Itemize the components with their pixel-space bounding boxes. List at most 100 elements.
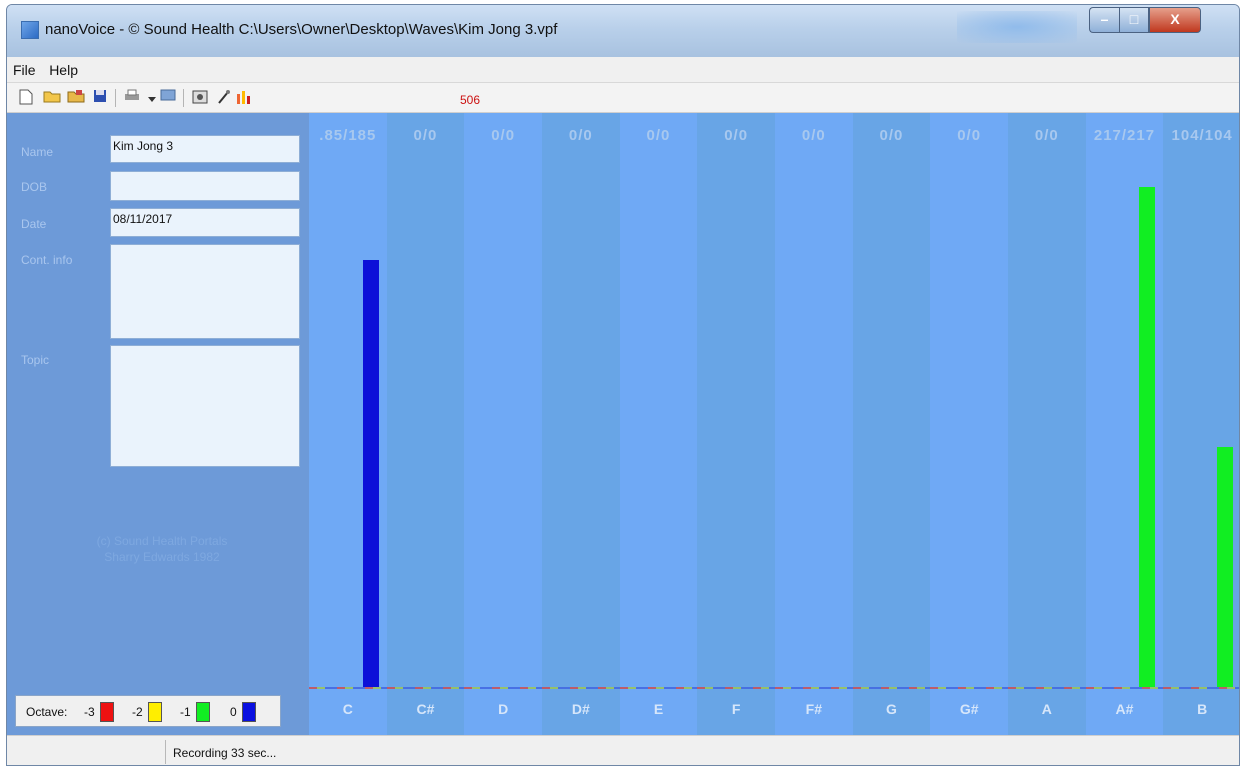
- note-value-label: 0/0: [1034, 127, 1059, 144]
- copyright-line-1: (c) Sound Health Portals: [96, 534, 228, 548]
- octave-swatch-minus3: [100, 702, 114, 722]
- counter-readout: 506: [460, 93, 481, 107]
- note-name-label: A: [1041, 701, 1052, 717]
- contact-field[interactable]: [110, 244, 300, 339]
- octave-value-minus1: -1: [180, 705, 191, 719]
- open-recent-icon[interactable]: [67, 89, 85, 107]
- note-name-label: F#: [805, 701, 822, 717]
- toolbar: 506: [7, 83, 1239, 113]
- octave-baseline: [852, 687, 931, 689]
- date-field[interactable]: 08/11/2017: [110, 208, 300, 237]
- note-column-f-sharp: 0/0 F#: [775, 113, 853, 735]
- note-name-label: C: [342, 701, 353, 717]
- octave-legend: Octave: -3 -2 -1 0: [15, 695, 281, 727]
- note-name-label: D#: [571, 701, 590, 717]
- note-value-label: 104/104: [1171, 127, 1233, 144]
- note-name-label: G#: [959, 701, 979, 717]
- note-name-label: F: [731, 701, 741, 717]
- note-bar-chart: .85/185 C 0/0 C# 0/0 D 0/0 D# 0/0 E 0/0 F 0/0 F# 0/0 G 0…: [309, 113, 1239, 735]
- note-name-label: E: [653, 701, 664, 717]
- save-icon[interactable]: [91, 89, 109, 107]
- note-name-label: D: [498, 701, 509, 717]
- copyright-notice: (c) Sound Health Portals Sharry Edwards …: [37, 533, 287, 565]
- note-column-c: .85/185 C: [309, 113, 387, 735]
- octave-swatch-minus2: [148, 702, 162, 722]
- note-value-label: 217/217: [1093, 127, 1156, 144]
- topic-field[interactable]: [110, 345, 300, 467]
- octave-baseline: [1085, 687, 1164, 689]
- name-field[interactable]: Kim Jong 3: [110, 135, 300, 163]
- note-value-label: 0/0: [724, 127, 749, 144]
- minimize-button[interactable]: –: [1089, 7, 1119, 33]
- menu-bar: File Help: [7, 57, 1239, 83]
- note-value-label: 0/0: [491, 127, 516, 144]
- note-value-label: 0/0: [801, 127, 826, 144]
- title-bar[interactable]: nanoVoice - © Sound Health C:\Users\Owne…: [7, 5, 1239, 57]
- maximize-button[interactable]: □: [1119, 7, 1149, 33]
- capture-icon[interactable]: [191, 89, 209, 107]
- dob-label: DOB: [21, 180, 48, 194]
- octave-value-0: 0: [230, 705, 237, 719]
- window-title: nanoVoice - © Sound Health C:\Users\Owne…: [45, 21, 558, 38]
- note-value-label: 0/0: [568, 127, 593, 144]
- note-column-g: 0/0 G: [852, 113, 931, 735]
- contact-label: Cont. info: [21, 253, 73, 267]
- octave-baseline: [930, 687, 1008, 689]
- note-name-label: C#: [416, 701, 435, 717]
- octave-baseline: [1163, 687, 1239, 689]
- note-name-label: A#: [1115, 701, 1134, 717]
- octave-baseline: [1008, 687, 1086, 689]
- octave-label: Octave:: [26, 705, 68, 719]
- note-column-b: 104/104 B: [1163, 113, 1239, 735]
- toolbar-separator: [115, 89, 116, 107]
- new-file-icon[interactable]: [17, 89, 35, 107]
- octave-value-minus3: -3: [84, 705, 95, 719]
- note-column-a-sharp: 217/217 A#: [1085, 113, 1164, 735]
- dob-field[interactable]: [110, 171, 300, 201]
- note-value-label: 0/0: [957, 127, 982, 144]
- note-name-label: G: [886, 701, 897, 717]
- bar-chart-icon[interactable]: [235, 89, 253, 107]
- app-window: nanoVoice - © Sound Health C:\Users\Owne…: [6, 4, 1240, 766]
- note-column-g-sharp: 0/0 G#: [930, 113, 1008, 735]
- octave-baseline: [697, 687, 775, 689]
- print-icon[interactable]: [123, 89, 141, 107]
- menu-help[interactable]: Help: [43, 57, 82, 78]
- note-value-label: .85/185: [319, 127, 377, 144]
- octave-baseline: [309, 687, 387, 689]
- status-text: Recording 33 sec...: [173, 746, 277, 760]
- app-icon: [21, 21, 39, 39]
- octave-baseline: [464, 687, 542, 689]
- status-bar: Recording 33 sec...: [7, 735, 1239, 765]
- note-column-d: 0/0 D: [464, 113, 542, 735]
- copyright-line-2: Sharry Edwards 1982: [104, 550, 220, 564]
- octave-baseline: [775, 687, 853, 689]
- octave-swatch-0: [242, 702, 256, 722]
- microphone-icon[interactable]: [215, 89, 233, 107]
- client-info-panel: Name Kim Jong 3 DOB Date 08/11/2017 Cont…: [7, 113, 309, 735]
- note-name-label: B: [1197, 701, 1208, 717]
- close-button[interactable]: X: [1149, 7, 1201, 33]
- octave-value-minus2: -2: [132, 705, 143, 719]
- note-column-c-sharp: 0/0 C#: [386, 113, 465, 735]
- octave-swatch-minus1: [196, 702, 210, 722]
- status-separator: [165, 740, 166, 764]
- title-glow: [957, 11, 1077, 43]
- monitor-icon[interactable]: [159, 89, 177, 107]
- octave-baseline: [619, 687, 698, 689]
- name-label: Name: [21, 145, 54, 159]
- note-column-f: 0/0 F: [697, 113, 775, 735]
- note-bar: [1139, 186, 1156, 687]
- note-bar: [362, 260, 379, 687]
- note-bar: [1216, 447, 1233, 687]
- toolbar-separator: [183, 89, 184, 107]
- note-value-label: 0/0: [879, 127, 904, 144]
- note-column-d-sharp: 0/0 D#: [542, 113, 620, 735]
- open-folder-icon[interactable]: [43, 89, 61, 107]
- note-column-e: 0/0 E: [619, 113, 698, 735]
- octave-baseline: [542, 687, 620, 689]
- menu-file[interactable]: File: [7, 57, 40, 78]
- note-value-label: 0/0: [413, 127, 438, 144]
- note-column-a: 0/0 A: [1008, 113, 1086, 735]
- octave-baseline: [386, 687, 465, 689]
